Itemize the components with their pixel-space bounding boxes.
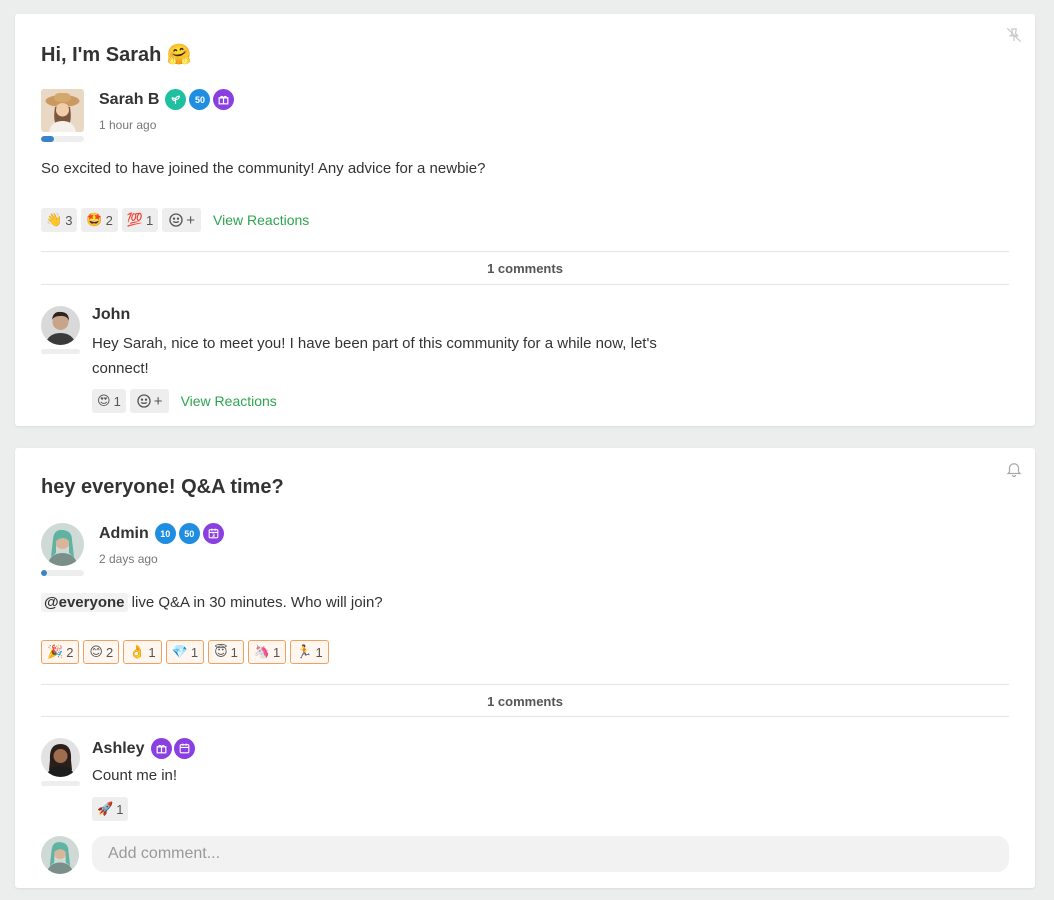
avatar[interactable] bbox=[41, 306, 80, 345]
sprout-badge-icon[interactable] bbox=[165, 89, 187, 110]
post-time: 2 days ago bbox=[99, 552, 158, 566]
pin-off-icon[interactable] bbox=[1005, 26, 1023, 44]
divider bbox=[41, 251, 1009, 252]
ten-badge-icon[interactable]: 10 bbox=[154, 523, 176, 544]
reaction-chip[interactable]: 🦄 1 bbox=[247, 640, 287, 664]
comment-reaction-bar: 😍 1 + View Reactions bbox=[92, 389, 277, 413]
smiley-icon bbox=[169, 213, 183, 227]
smiley-icon bbox=[137, 394, 151, 408]
fifty-badge-icon[interactable]: 50 bbox=[178, 523, 200, 544]
level-progress bbox=[41, 136, 84, 142]
reaction-chip[interactable]: 💎 1 bbox=[165, 640, 205, 664]
reaction-chip[interactable]: 🏃 1 bbox=[290, 640, 329, 664]
commenter-name[interactable]: John bbox=[92, 306, 130, 324]
reaction-chip[interactable]: 🚀 1 bbox=[92, 797, 129, 821]
comment-text: Hey Sarah, nice to meet you! I have been… bbox=[92, 335, 657, 377]
view-reactions-link[interactable]: View Reactions bbox=[181, 393, 277, 409]
post-card: hey everyone! Q&A time? Admin 10 50 3 2 … bbox=[15, 448, 1035, 888]
post-title: hey everyone! Q&A time? bbox=[41, 476, 284, 498]
reaction-chip[interactable]: 😍 1 bbox=[92, 389, 126, 413]
mention-tag[interactable]: @everyone bbox=[41, 593, 128, 612]
comment-text: Count me in! bbox=[92, 767, 178, 784]
avatar[interactable] bbox=[41, 523, 84, 566]
fifty-badge-icon[interactable]: 50 bbox=[189, 89, 211, 110]
view-reactions-link[interactable]: View Reactions bbox=[213, 212, 309, 228]
divider bbox=[41, 284, 1009, 285]
svg-text:3: 3 bbox=[212, 533, 215, 539]
author-name[interactable]: Sarah B bbox=[99, 91, 159, 109]
calendar-badge-icon[interactable] bbox=[174, 738, 196, 759]
reaction-chip[interactable]: 💯 1 bbox=[121, 208, 159, 232]
add-reaction-button[interactable]: + bbox=[129, 389, 169, 413]
level-progress bbox=[41, 781, 80, 786]
commenter-name[interactable]: Ashley bbox=[92, 740, 144, 758]
gift-badge-icon[interactable] bbox=[213, 89, 235, 110]
add-comment-row bbox=[41, 836, 1009, 874]
divider bbox=[41, 684, 1009, 685]
calendar-badge-icon[interactable]: 3 bbox=[202, 523, 224, 544]
author-name[interactable]: Admin bbox=[99, 525, 149, 543]
post-body: So excited to have joined the community!… bbox=[41, 160, 486, 177]
avatar[interactable] bbox=[41, 738, 80, 777]
reaction-chip[interactable]: 😇 1 bbox=[208, 640, 244, 664]
reaction-bar: 👋 3 🤩 2 💯 1 + View Reactions bbox=[41, 208, 309, 232]
level-progress bbox=[41, 349, 80, 354]
reaction-bar: 🎉 2 😊 2 👌 1 💎 1 😇 1 🦄 1 🏃 1 bbox=[41, 640, 329, 664]
comments-count[interactable]: 1 comments bbox=[41, 694, 1009, 709]
reaction-chip[interactable]: 🎉 2 bbox=[41, 640, 80, 664]
add-reaction-button[interactable]: + bbox=[162, 208, 202, 232]
reaction-chip[interactable]: 👋 3 bbox=[41, 208, 78, 232]
gift-badge-icon[interactable] bbox=[151, 738, 173, 759]
reaction-chip[interactable]: 👌 1 bbox=[123, 640, 162, 664]
reaction-chip[interactable]: 🤩 2 bbox=[81, 208, 118, 232]
divider bbox=[41, 716, 1009, 717]
reaction-chip[interactable]: 😊 2 bbox=[83, 640, 120, 664]
comment-reaction-bar: 🚀 1 bbox=[92, 797, 129, 821]
avatar[interactable] bbox=[41, 89, 84, 132]
level-progress bbox=[41, 570, 84, 576]
post-body-text: live Q&A in 30 minutes. Who will join? bbox=[127, 594, 383, 611]
avatar bbox=[41, 836, 79, 874]
add-comment-input[interactable] bbox=[92, 836, 1009, 872]
comments-count[interactable]: 1 comments bbox=[41, 261, 1009, 276]
post-card: Hi, I'm Sarah 🤗 Sarah B 50 1 hour ago So… bbox=[15, 14, 1035, 426]
post-title: Hi, I'm Sarah 🤗 bbox=[41, 44, 192, 66]
post-time: 1 hour ago bbox=[99, 118, 157, 132]
post-body: @everyone live Q&A in 30 minutes. Who wi… bbox=[41, 593, 383, 612]
bell-icon[interactable] bbox=[1005, 460, 1023, 478]
